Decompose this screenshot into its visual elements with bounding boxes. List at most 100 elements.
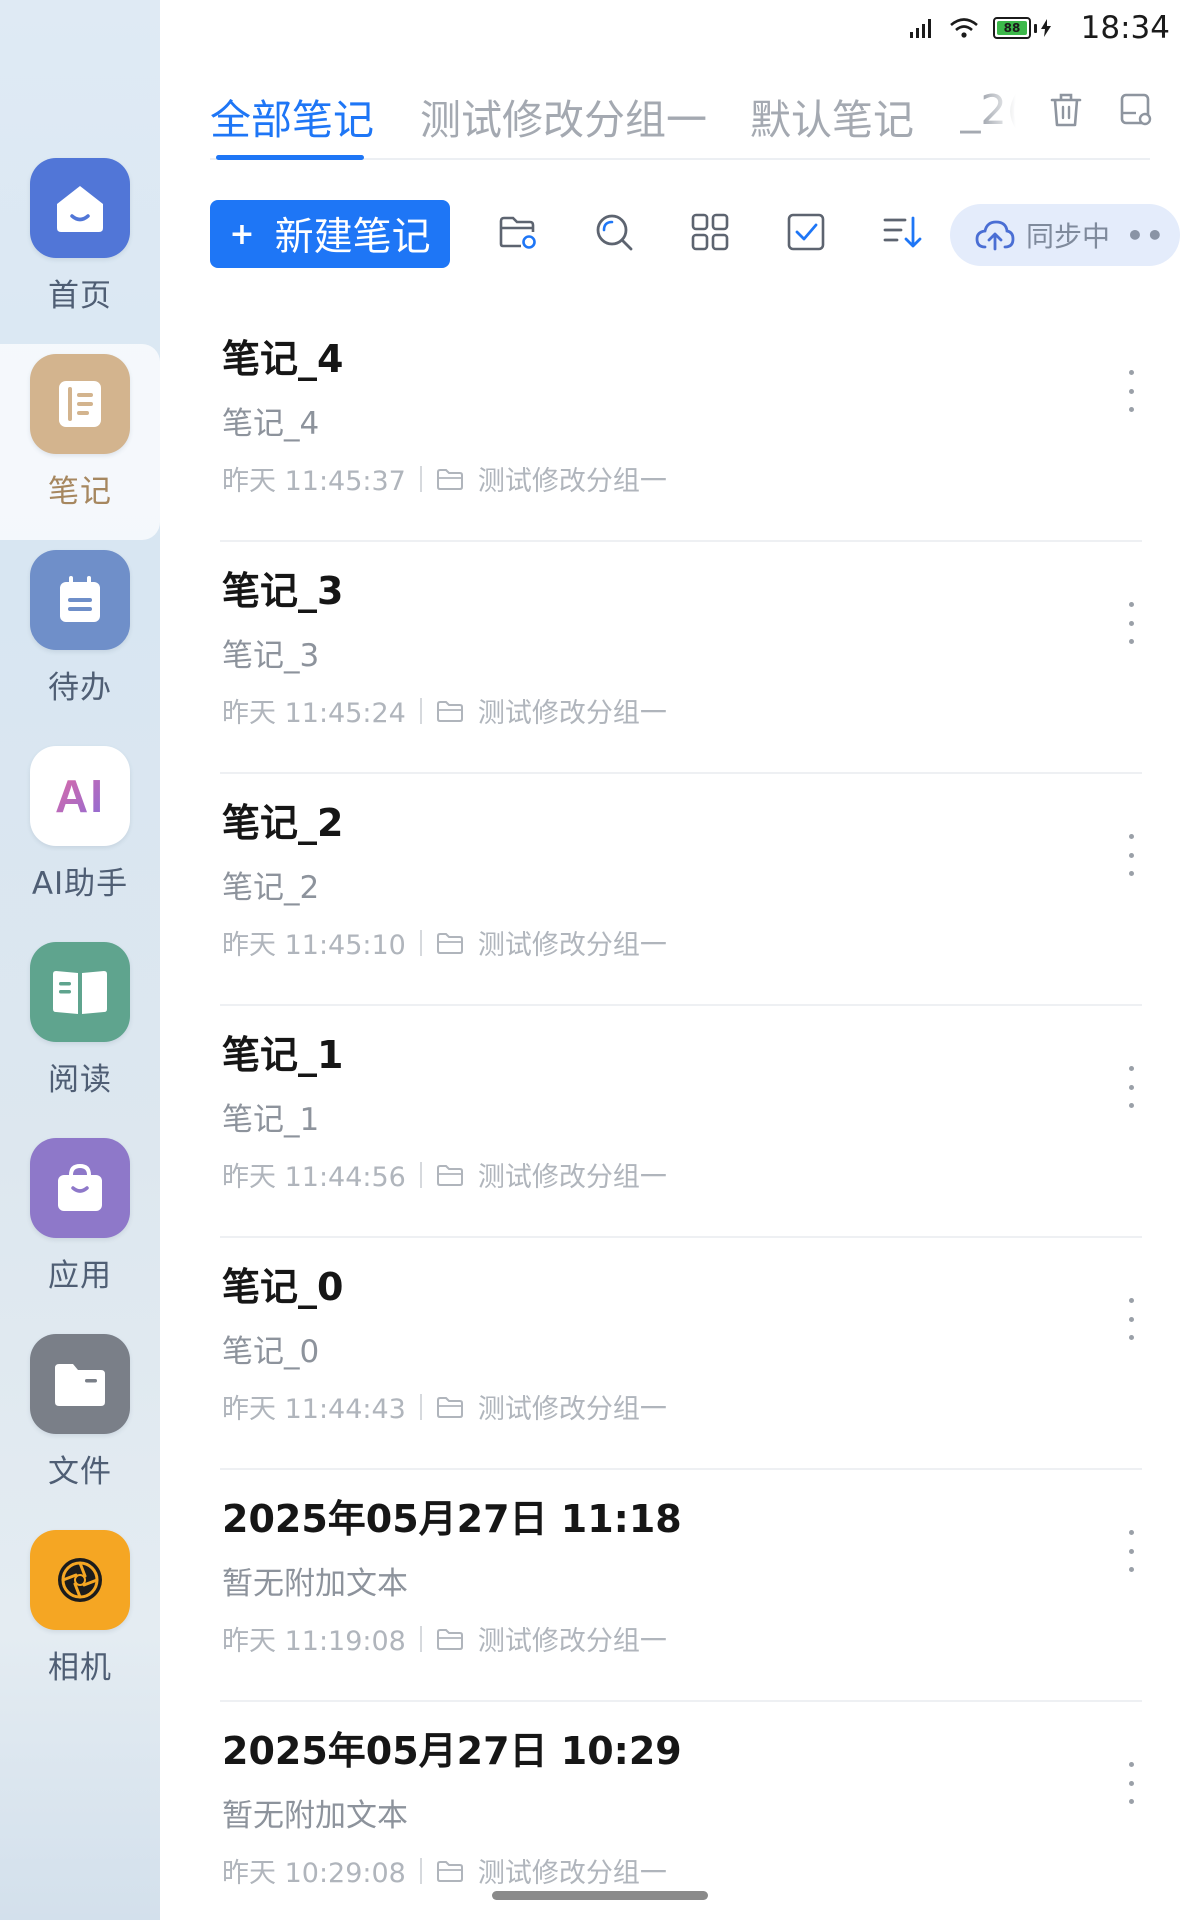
status-icons: 88 [909,16,1052,40]
folder-icon [436,1859,464,1883]
folder-icon [30,1334,130,1434]
note-time: 昨天 11:45:24 [222,698,406,729]
group-settings-icon[interactable] [1114,88,1158,132]
note-preview: 暂无附加文本 [222,1798,408,1834]
rail-label-reading: 阅读 [48,1062,112,1098]
note-title: 2025年05月27日 10:29 [222,1729,682,1773]
rail-item-ai-assistant[interactable]: AI AI助手 [0,736,160,932]
note-meta: 昨天 11:44:56 测试修改分组一 [222,1155,667,1194]
note-item[interactable]: 笔记_1 笔记_1 昨天 11:44:56 测试修改分组一 [220,1006,1142,1238]
side-rail: 首页 笔记 待办 AI AI助手 阅读 应用 文件 相机 [0,0,160,1920]
meta-divider [419,1393,422,1420]
note-group: 测试修改分组一 [477,930,667,961]
rail-item-reading[interactable]: 阅读 [0,932,160,1128]
grid-view-icon[interactable] [686,208,734,256]
tab-default-notes[interactable]: 默认笔记 [750,86,914,146]
rail-label-notes: 笔记 [48,474,112,510]
folder-icon [436,1395,464,1419]
meta-divider [419,465,422,492]
note-group: 测试修改分组一 [477,1162,667,1193]
rail-item-notes[interactable]: 笔记 [0,344,160,540]
meta-divider [419,929,422,956]
folder-manage-icon[interactable] [494,208,542,256]
book-icon [30,942,130,1042]
todo-icon [30,550,130,650]
note-group: 测试修改分组一 [477,466,667,497]
signal-icon [910,19,931,38]
rail-item-home[interactable]: 首页 [0,148,160,344]
note-item[interactable]: 2025年05月27日 10:29 暂无附加文本 昨天 10:29:08 测试修… [220,1702,1142,1920]
note-item[interactable]: 笔记_3 笔记_3 昨天 11:45:24 测试修改分组一 [220,542,1142,774]
folder-icon [436,1163,464,1187]
camera-icon [30,1530,130,1630]
note-item[interactable]: 2025年05月27日 11:18 暂无附加文本 昨天 11:19:08 测试修… [220,1470,1142,1702]
note-preview: 笔记_1 [222,1102,320,1138]
toolbar: + 新建笔记 同步中 •• [210,198,1180,268]
charging-icon [1041,19,1051,37]
more-options-icon[interactable] [1116,1294,1146,1344]
note-meta: 昨天 11:19:08 测试修改分组一 [222,1619,667,1658]
more-options-icon[interactable] [1116,1758,1146,1808]
note-preview: 笔记_0 [222,1334,320,1370]
home-icon [30,158,130,258]
note-time: 昨天 11:44:43 [222,1394,406,1425]
note-group: 测试修改分组一 [477,1394,667,1425]
note-item[interactable]: 笔记_2 笔记_2 昨天 11:45:10 测试修改分组一 [220,774,1142,1006]
active-tab-indicator [216,155,364,160]
multi-select-icon[interactable] [782,208,830,256]
rail-label-home: 首页 [48,278,112,314]
more-options-icon[interactable] [1116,1526,1146,1576]
note-time: 昨天 10:29:08 [222,1858,406,1889]
more-options-icon[interactable] [1116,366,1146,416]
search-icon[interactable] [590,208,638,256]
sync-status-label: 同步中 [1026,220,1111,253]
rail-item-camera[interactable]: 相机 [0,1520,160,1716]
note-title: 笔记_2 [222,801,344,845]
note-item[interactable]: 笔记_0 笔记_0 昨天 11:44:43 测试修改分组一 [220,1238,1142,1470]
note-item[interactable]: 笔记_4 笔记_4 昨天 11:45:37 测试修改分组一 [220,310,1142,542]
folder-icon [436,699,464,723]
battery-icon: 88 [993,17,1052,39]
note-time: 昨天 11:44:56 [222,1162,406,1193]
rail-item-todo[interactable]: 待办 [0,540,160,736]
rail-item-files[interactable]: 文件 [0,1324,160,1520]
note-title: 笔记_0 [222,1265,344,1309]
note-preview: 笔记_4 [222,406,320,442]
more-options-icon[interactable] [1116,1062,1146,1112]
meta-divider [419,1161,422,1188]
battery-level: 88 [1003,21,1021,35]
folder-icon [436,467,464,491]
note-preview: 笔记_2 [222,870,320,906]
ai-icon-text: AI [55,770,105,822]
note-meta: 昨天 11:45:24 测试修改分组一 [222,691,667,730]
cloud-upload-icon [975,220,1015,251]
more-options-icon[interactable] [1116,598,1146,648]
rail-label-files: 文件 [48,1454,112,1490]
plus-icon: + [229,216,255,252]
note-time: 昨天 11:19:08 [222,1626,406,1657]
more-options-icon[interactable] [1116,830,1146,880]
rail-label-apps: 应用 [48,1258,112,1294]
rail-item-apps[interactable]: 应用 [0,1128,160,1324]
note-meta: 昨天 11:45:10 测试修改分组一 [222,923,667,962]
trash-icon[interactable] [1044,88,1088,132]
note-title: 笔记_1 [222,1033,344,1077]
tab-test-group-1[interactable]: 测试修改分组一 [420,86,707,146]
sync-status-button[interactable]: 同步中 •• [950,204,1180,266]
sync-progress-dots: •• [1126,218,1166,252]
note-time: 昨天 11:45:10 [222,930,406,961]
meta-divider [419,1857,422,1884]
meta-divider [419,697,422,724]
rail-label-ai-assistant: AI助手 [31,866,129,902]
notes-app: 首页 笔记 待办 AI AI助手 阅读 应用 文件 相机 88 18:34 全部… [0,0,1200,1920]
tab-all-notes[interactable]: 全部笔记 [210,86,374,146]
home-indicator[interactable] [492,1891,708,1900]
tab-overflow[interactable]: _2( [960,86,1016,134]
bag-icon [30,1138,130,1238]
sort-icon[interactable] [878,208,926,256]
new-note-button[interactable]: + 新建笔记 [210,200,450,268]
note-meta: 昨天 11:45:37 测试修改分组一 [222,459,667,498]
note-preview: 暂无附加文本 [222,1566,408,1602]
meta-divider [419,1625,422,1652]
note-group: 测试修改分组一 [477,1858,667,1889]
